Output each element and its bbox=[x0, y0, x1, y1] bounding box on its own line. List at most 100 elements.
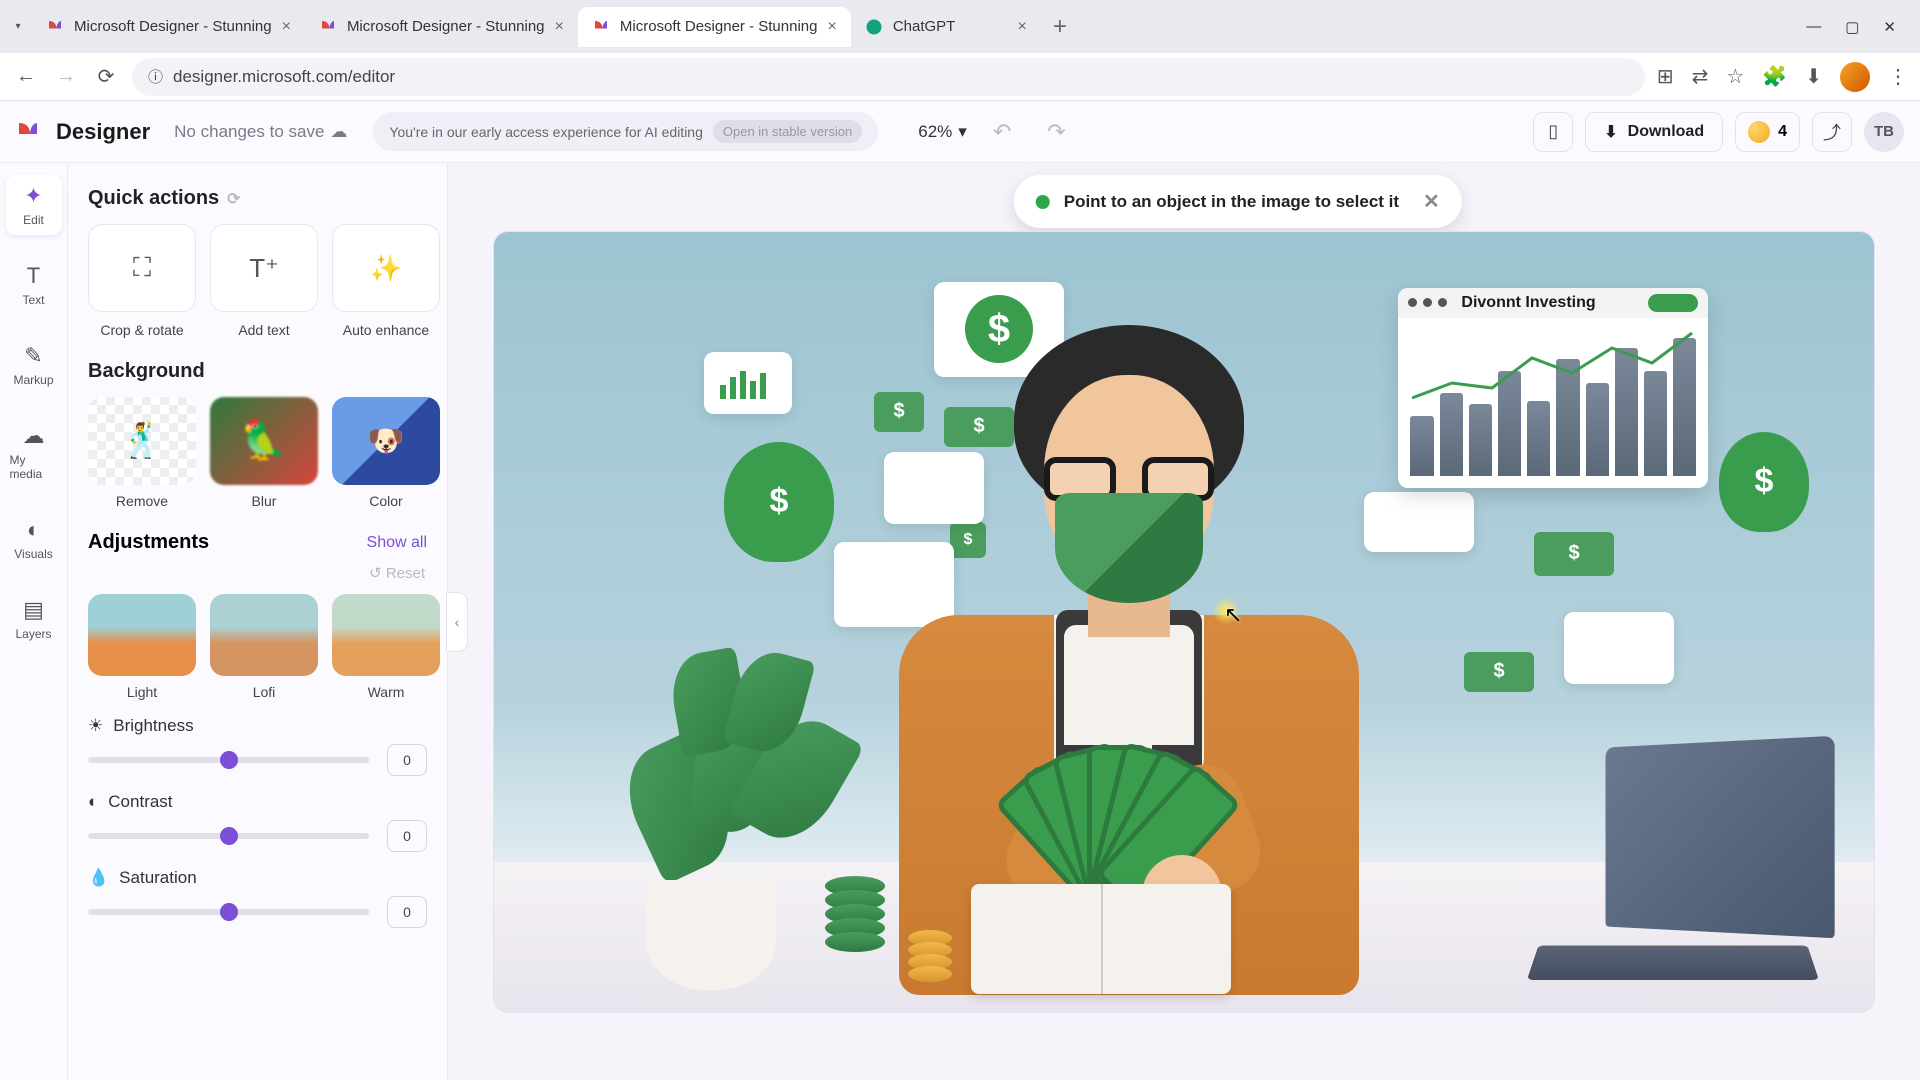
rail-text[interactable]: T Text bbox=[6, 255, 62, 315]
early-access-text: You're in our early access experience fo… bbox=[389, 124, 702, 140]
undo-button[interactable]: ↶ bbox=[993, 119, 1011, 145]
site-info-icon[interactable]: ⓘ bbox=[148, 66, 163, 87]
filter-light[interactable]: Light bbox=[88, 594, 196, 700]
close-window-icon[interactable]: ✕ bbox=[1883, 18, 1896, 36]
main-area: ✦ Edit T Text ✎ Markup ☁ My media ◐ Visu… bbox=[0, 163, 1920, 1080]
maximize-icon[interactable]: ▢ bbox=[1845, 18, 1859, 36]
saturation-icon: 💧 bbox=[88, 868, 109, 888]
collapse-panel-button[interactable]: ‹ bbox=[446, 592, 468, 652]
color-bg-thumb: 🐶 bbox=[332, 397, 440, 485]
download-icon: ⬇ bbox=[1604, 122, 1617, 142]
saturation-slider[interactable] bbox=[88, 909, 369, 915]
browser-tab[interactable]: Microsoft Designer - Stunning × bbox=[32, 7, 305, 47]
open-stable-button[interactable]: Open in stable version bbox=[713, 120, 862, 143]
minimize-icon[interactable]: — bbox=[1806, 18, 1821, 36]
mouse-cursor-icon: ↖ bbox=[1224, 602, 1242, 628]
remove-bg-thumb: 🕺 bbox=[88, 397, 196, 485]
download-label: Download bbox=[1628, 123, 1704, 141]
user-avatar[interactable]: TB bbox=[1864, 112, 1904, 152]
back-button[interactable]: ← bbox=[12, 63, 40, 91]
chevron-down-icon: ▾ bbox=[958, 122, 967, 142]
layers-icon: ▤ bbox=[23, 597, 44, 623]
show-all-link[interactable]: Show all bbox=[367, 534, 427, 552]
rail-edit[interactable]: ✦ Edit bbox=[6, 175, 62, 235]
redo-button[interactable]: ↷ bbox=[1047, 119, 1065, 145]
bg-color-action[interactable]: 🐶 Color bbox=[332, 397, 440, 509]
browser-tab[interactable]: Microsoft Designer - Stunning × bbox=[305, 7, 578, 47]
contrast-label: Contrast bbox=[108, 792, 172, 812]
rail-label: Edit bbox=[23, 213, 44, 227]
background-title: Background bbox=[88, 360, 427, 383]
canvas-illustration: $ $ $ $ $ $ Divonnt Investing bbox=[494, 232, 1874, 1012]
refresh-icon[interactable]: ⟳ bbox=[227, 189, 240, 209]
auto-enhance-action[interactable]: ✨ Auto enhance bbox=[332, 224, 440, 338]
tab-title: Microsoft Designer - Stunning bbox=[74, 18, 272, 35]
markup-icon: ✎ bbox=[24, 343, 42, 369]
text-icon: T bbox=[27, 263, 40, 289]
device-preview-button[interactable]: ▯ bbox=[1533, 112, 1573, 152]
magic-wand-icon: ✨ bbox=[370, 253, 402, 284]
investing-window-graphic: Divonnt Investing bbox=[1398, 288, 1708, 488]
bg-blur-action[interactable]: 🦜 Blur bbox=[210, 397, 318, 509]
filter-thumb bbox=[332, 594, 440, 676]
browser-tab[interactable]: ChatGPT × bbox=[851, 7, 1041, 47]
adjustments-title: Adjustments bbox=[88, 531, 209, 554]
forward-button[interactable]: → bbox=[52, 63, 80, 91]
status-dot-icon bbox=[1036, 195, 1050, 209]
close-hint-icon[interactable]: ✕ bbox=[1423, 189, 1440, 214]
crop-rotate-action[interactable]: ⛶ Crop & rotate bbox=[88, 224, 196, 338]
chatgpt-favicon-icon bbox=[865, 18, 883, 36]
save-state-label: No changes to save ☁ bbox=[174, 122, 347, 142]
contrast-slider[interactable] bbox=[88, 833, 369, 839]
shapes-icon: ◐ bbox=[27, 517, 40, 543]
brightness-value[interactable]: 0 bbox=[387, 744, 427, 776]
rail-layers[interactable]: ▤ Layers bbox=[6, 589, 62, 649]
close-tab-icon[interactable]: × bbox=[555, 18, 564, 36]
browser-tab-active[interactable]: Microsoft Designer - Stunning × bbox=[578, 7, 851, 47]
rail-visuals[interactable]: ◐ Visuals bbox=[6, 509, 62, 569]
bookmark-icon[interactable]: ☆ bbox=[1726, 64, 1744, 89]
downloads-icon[interactable]: ⬇ bbox=[1805, 64, 1822, 89]
tab-list-dropdown[interactable]: ▾ bbox=[8, 17, 28, 37]
extensions-icon[interactable]: 🧩 bbox=[1762, 64, 1787, 89]
zoom-dropdown[interactable]: 62% ▾ bbox=[918, 122, 967, 142]
install-app-icon[interactable]: ⊞ bbox=[1657, 64, 1674, 89]
designer-logo-icon bbox=[16, 120, 40, 144]
browser-menu-icon[interactable]: ⋮ bbox=[1888, 64, 1908, 89]
close-tab-icon[interactable]: × bbox=[827, 18, 836, 36]
filter-thumb bbox=[88, 594, 196, 676]
filter-lofi[interactable]: Lofi bbox=[210, 594, 318, 700]
rail-label: Visuals bbox=[14, 547, 52, 561]
download-button[interactable]: ⬇ Download bbox=[1585, 112, 1723, 152]
designer-favicon-icon bbox=[592, 18, 610, 36]
saturation-value[interactable]: 0 bbox=[387, 896, 427, 928]
close-tab-icon[interactable]: × bbox=[1017, 18, 1026, 36]
close-tab-icon[interactable]: × bbox=[282, 18, 291, 36]
contrast-value[interactable]: 0 bbox=[387, 820, 427, 852]
edit-side-panel: Quick actions ⟳ ⛶ Crop & rotate T⁺ Add t… bbox=[68, 163, 448, 1080]
bg-remove-action[interactable]: 🕺 Remove bbox=[88, 397, 196, 509]
reload-button[interactable]: ⟳ bbox=[92, 63, 120, 91]
cloud-upload-icon: ☁ bbox=[23, 423, 45, 449]
cloud-icon: ☁ bbox=[330, 122, 347, 142]
rail-label: Layers bbox=[15, 627, 51, 641]
brightness-slider[interactable] bbox=[88, 757, 369, 763]
rail-markup[interactable]: ✎ Markup bbox=[6, 335, 62, 395]
app-toolbar: Designer No changes to save ☁ You're in … bbox=[0, 101, 1920, 163]
translate-icon[interactable]: ⇄ bbox=[1692, 64, 1709, 89]
designer-favicon-icon bbox=[319, 18, 337, 36]
design-canvas[interactable]: $ $ $ $ $ $ Divonnt Investing bbox=[494, 232, 1874, 1012]
filter-warm[interactable]: Warm bbox=[332, 594, 440, 700]
zoom-value: 62% bbox=[918, 122, 952, 142]
add-text-action[interactable]: T⁺ Add text bbox=[210, 224, 318, 338]
reset-adjustments[interactable]: ↺ Reset bbox=[90, 564, 425, 582]
window-controls: — ▢ ✕ bbox=[1806, 18, 1912, 36]
share-button[interactable]: ⤴ bbox=[1812, 112, 1852, 152]
left-rail: ✦ Edit T Text ✎ Markup ☁ My media ◐ Visu… bbox=[0, 163, 68, 1080]
address-bar[interactable]: ⓘ designer.microsoft.com/editor bbox=[132, 58, 1645, 96]
rail-my-media[interactable]: ☁ My media bbox=[6, 415, 62, 489]
profile-avatar[interactable] bbox=[1840, 62, 1870, 92]
app-name: Designer bbox=[56, 119, 150, 145]
credits-button[interactable]: 4 bbox=[1735, 112, 1800, 152]
new-tab-button[interactable]: + bbox=[1041, 13, 1079, 41]
